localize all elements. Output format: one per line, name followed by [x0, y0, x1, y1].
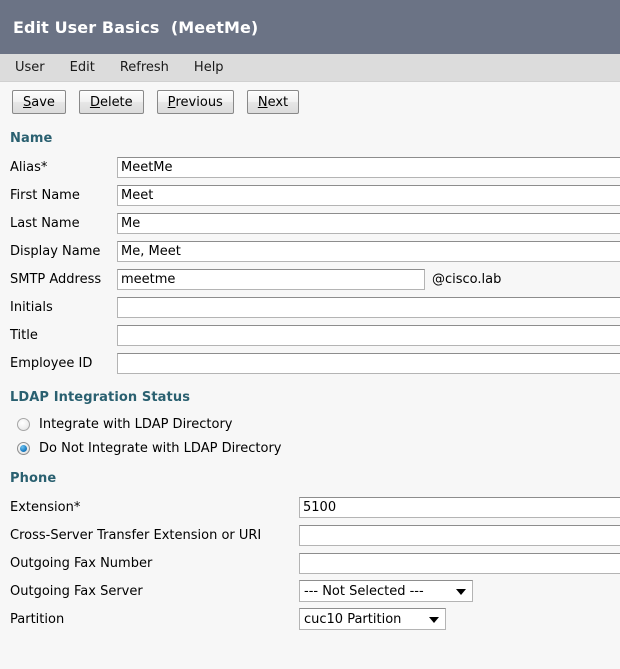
field-row-title: Title — [0, 321, 620, 349]
ldap-option-integrate[interactable]: Integrate with LDAP Directory — [0, 412, 620, 436]
display-name-input[interactable] — [117, 240, 620, 262]
outgoing-fax-server-label: Outgoing Fax Server — [10, 583, 143, 599]
first-name-label: First Name — [10, 187, 80, 203]
menu-item-user[interactable]: User — [10, 58, 58, 77]
previous-button[interactable]: Previous — [156, 90, 234, 114]
employee-id-label: Employee ID — [10, 355, 93, 371]
ldap-option-do-not-integrate-label: Do Not Integrate with LDAP Directory — [39, 440, 282, 456]
menubar: User Edit Refresh Help — [0, 54, 620, 82]
field-row-first-name: First Name — [0, 181, 620, 209]
partition-value: cuc10 Partition — [304, 611, 402, 627]
smtp-domain-suffix: @cisco.lab — [432, 271, 502, 287]
save-button-mnemonic: S — [23, 94, 32, 110]
ldap-option-integrate-label: Integrate with LDAP Directory — [39, 416, 233, 432]
menu-item-edit[interactable]: Edit — [65, 58, 108, 77]
field-row-employee-id: Employee ID — [0, 349, 620, 377]
field-row-outgoing-fax-number: Outgoing Fax Number — [0, 549, 620, 577]
outgoing-fax-number-input[interactable] — [299, 552, 620, 574]
field-row-partition: Partition cuc10 Partition — [0, 605, 620, 633]
field-row-outgoing-fax-server: Outgoing Fax Server --- Not Selected --- — [0, 577, 620, 605]
employee-id-input[interactable] — [117, 352, 620, 374]
smtp-address-input[interactable] — [117, 268, 425, 290]
partition-select[interactable]: cuc10 Partition — [299, 608, 446, 630]
user-basics-form: Name Alias* First Name Last Name Display… — [0, 122, 620, 633]
last-name-label: Last Name — [10, 215, 80, 231]
extension-label: Extension* — [10, 499, 81, 515]
menu-item-help[interactable]: Help — [189, 58, 237, 77]
field-row-last-name: Last Name — [0, 209, 620, 237]
chevron-down-icon — [429, 617, 439, 623]
edit-user-basics-window: Edit User Basics (MeetMe) User Edit Refr… — [0, 0, 620, 669]
ldap-option-do-not-integrate[interactable]: Do Not Integrate with LDAP Directory — [0, 436, 620, 460]
delete-button[interactable]: Delete — [78, 90, 144, 114]
outgoing-fax-server-value: --- Not Selected --- — [304, 583, 424, 599]
field-row-display-name: Display Name — [0, 237, 620, 265]
initials-label: Initials — [10, 299, 53, 315]
save-button-label: ave — [31, 94, 55, 110]
initials-input[interactable] — [117, 296, 620, 318]
section-heading-phone: Phone — [10, 471, 57, 486]
section-heading-name: Name — [10, 131, 53, 146]
field-row-cross-server-transfer: Cross-Server Transfer Extension or URI — [0, 521, 620, 549]
chevron-down-icon — [456, 589, 466, 595]
cross-server-transfer-input[interactable] — [299, 524, 620, 546]
cross-server-transfer-label: Cross-Server Transfer Extension or URI — [10, 527, 262, 543]
radio-integrate-icon[interactable] — [17, 417, 30, 431]
next-button-mnemonic: N — [257, 94, 268, 110]
previous-button-mnemonic: P — [167, 94, 176, 110]
partition-label: Partition — [10, 611, 65, 627]
outgoing-fax-server-select[interactable]: --- Not Selected --- — [299, 580, 473, 602]
field-row-alias: Alias* — [0, 153, 620, 181]
title-input[interactable] — [117, 324, 620, 346]
save-button[interactable]: Save — [12, 90, 66, 114]
radio-do-not-integrate-icon[interactable] — [17, 441, 30, 455]
outgoing-fax-number-label: Outgoing Fax Number — [10, 555, 153, 571]
field-row-extension: Extension* — [0, 493, 620, 521]
next-button[interactable]: Next — [246, 90, 300, 114]
next-button-label: ext — [267, 94, 289, 110]
previous-button-label: revious — [175, 94, 223, 110]
last-name-input[interactable] — [117, 212, 620, 234]
delete-button-mnemonic: D — [89, 94, 100, 110]
window-titlebar: Edit User Basics (MeetMe) — [0, 0, 620, 54]
extension-input[interactable] — [299, 496, 620, 518]
menu-item-refresh[interactable]: Refresh — [115, 58, 182, 77]
delete-button-label: elete — [99, 94, 133, 110]
alias-input[interactable] — [117, 156, 620, 178]
toolbar: Save Delete Previous Next — [0, 82, 620, 122]
page-title: Edit User Basics (MeetMe) — [13, 17, 259, 37]
field-row-smtp-address: SMTP Address @cisco.lab — [0, 265, 620, 293]
title-label: Title — [10, 327, 38, 343]
first-name-input[interactable] — [117, 184, 620, 206]
display-name-label: Display Name — [10, 243, 101, 259]
smtp-address-label: SMTP Address — [10, 271, 102, 287]
section-heading-ldap: LDAP Integration Status — [10, 390, 191, 405]
alias-label: Alias* — [10, 159, 48, 175]
field-row-initials: Initials — [0, 293, 620, 321]
